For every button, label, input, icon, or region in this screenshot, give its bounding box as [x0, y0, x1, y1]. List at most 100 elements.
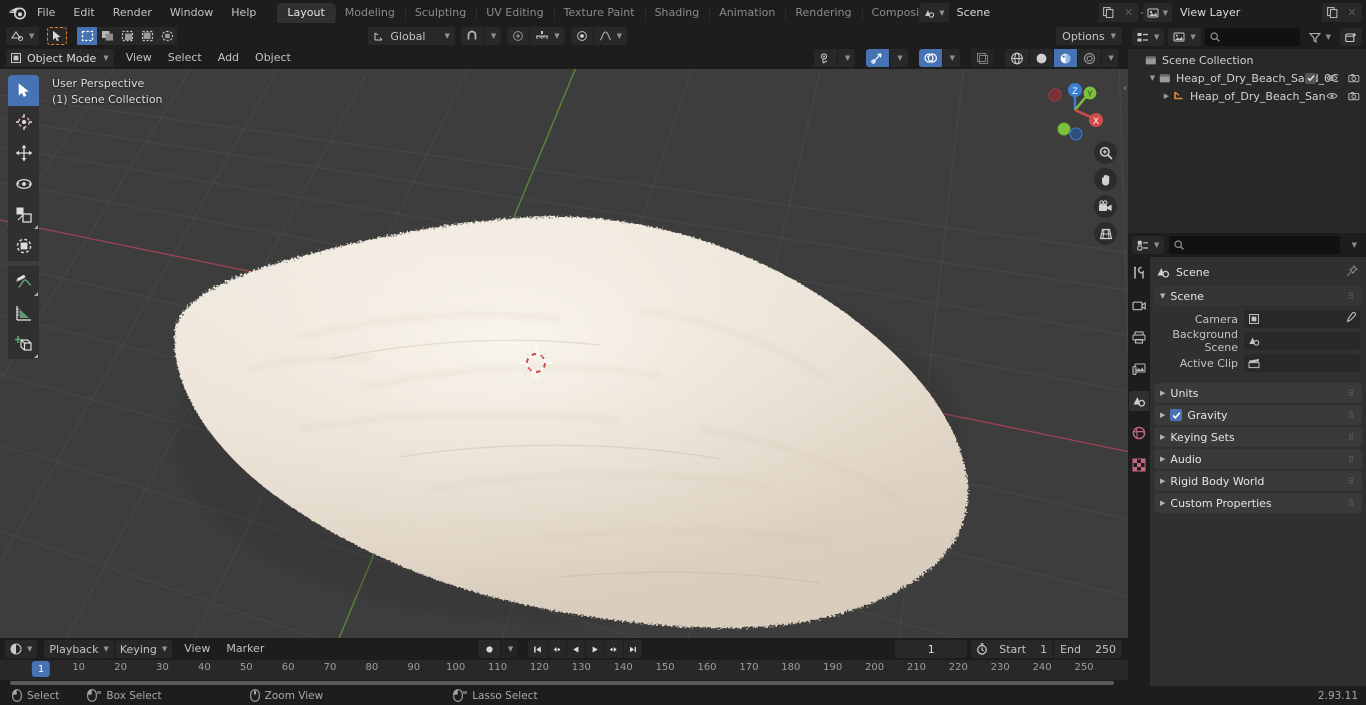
keying-dropdown[interactable]: Keying ▼ [114, 640, 173, 658]
rotate-tool[interactable] [8, 168, 39, 199]
properties-tab-texture[interactable] [1129, 455, 1149, 475]
proportional-edit-objects-icon[interactable] [570, 27, 593, 45]
timeline-ruler[interactable]: 10 20 30 40 50 60 70 80 90 100 110 120 130 140 150 160 1… [0, 660, 1128, 680]
workspace-tab-rendering[interactable]: Rendering [785, 3, 861, 23]
workspace-tab-layout[interactable]: Layout [277, 2, 335, 23]
x-icon[interactable]: ✕ [1342, 3, 1362, 22]
outliner-tree[interactable]: Scene Collection ▼ Heap_of_Dry_Beach_Sand_… [1128, 49, 1366, 233]
jump-end-icon[interactable] [623, 640, 642, 658]
visibility-dropdown[interactable]: ▼ [836, 49, 856, 67]
options-dropdown[interactable]: Options ▼ [1056, 27, 1122, 45]
timeline-playhead[interactable]: 1 [31, 661, 51, 677]
properties-options-dropdown[interactable]: ▼ [1345, 236, 1362, 254]
workspace-tab-modeling[interactable]: Modeling [334, 3, 405, 23]
measure-tool[interactable] [8, 297, 39, 328]
magnet-icon[interactable] [460, 27, 483, 45]
top-menu-window[interactable]: Window [161, 4, 222, 22]
zoom-icon[interactable] [1094, 141, 1117, 164]
eye-icon[interactable] [1326, 73, 1338, 83]
timeline-menu-marker[interactable]: Marker [218, 640, 272, 658]
workspace-tab-shading[interactable]: Shading [644, 3, 710, 23]
next-keyframe-icon[interactable] [604, 640, 623, 658]
gizmo-dropdown[interactable]: ▼ [889, 49, 908, 67]
start-frame-field[interactable]: Start 1 [993, 640, 1053, 658]
playback-dropdown[interactable]: Playback ▼ [44, 640, 114, 658]
view-layer-icon[interactable]: ▼ [1142, 3, 1172, 22]
blender-logo-icon[interactable] [6, 3, 28, 23]
checkbox-icon[interactable] [1170, 409, 1183, 421]
panel-header-audio[interactable]: ▶ Audio ⠿ [1154, 449, 1362, 469]
timeline-editor-icon[interactable]: ▼ [5, 640, 38, 658]
top-menu-render[interactable]: Render [104, 4, 161, 22]
rendered-icon[interactable] [1077, 49, 1101, 67]
properties-tab-world[interactable] [1129, 423, 1149, 443]
solid-icon[interactable] [1029, 49, 1053, 67]
workspace-tab-sculpting[interactable]: Sculpting [404, 3, 476, 23]
new-collection-icon[interactable] [1340, 28, 1362, 46]
viewport-menu-select[interactable]: Select [160, 49, 210, 67]
panel-header-units[interactable]: ▶ Units ⠿ [1154, 383, 1362, 403]
viewport-menu-object[interactable]: Object [247, 49, 299, 67]
panel-header-keying-sets[interactable]: ▶ Keying Sets ⠿ [1154, 427, 1362, 447]
proportional-edit-icon[interactable] [507, 27, 530, 45]
stopwatch-icon[interactable] [971, 640, 994, 658]
xray-icon[interactable] [971, 49, 994, 67]
difference-select-icon[interactable] [137, 27, 158, 45]
snap-increment-icon[interactable]: ▼ [529, 27, 565, 45]
scene-icon[interactable]: ▼ [919, 3, 949, 22]
shading-dropdown[interactable]: ▼ [1101, 49, 1118, 67]
orientation-icon[interactable]: Global ▼ [368, 27, 455, 45]
property-field-background-scene[interactable] [1244, 332, 1360, 350]
gizmo-icon[interactable] [866, 49, 890, 67]
camera-restrict-icon[interactable] [1348, 73, 1360, 83]
outliner-search-input[interactable] [1204, 28, 1300, 46]
subtract-select-icon[interactable] [117, 27, 138, 45]
camera-icon[interactable] [1094, 195, 1117, 218]
chevron-down-icon[interactable]: ▼ [1148, 74, 1157, 82]
pan-hand-icon[interactable] [1094, 168, 1117, 191]
move-tool[interactable] [8, 137, 39, 168]
outliner-id-type-icon[interactable]: ▼ [1168, 28, 1201, 46]
overlays-dropdown[interactable]: ▼ [941, 49, 960, 67]
object-mode-dropdown[interactable]: Object Mode ▼ [6, 49, 114, 67]
play-reverse-icon[interactable] [566, 640, 585, 658]
property-field-camera[interactable] [1244, 310, 1360, 328]
extend-select-icon[interactable] [97, 27, 118, 45]
properties-tab-render[interactable] [1129, 295, 1149, 315]
ortho-persp-grid-icon[interactable] [1094, 222, 1117, 245]
x-icon[interactable]: ✕ [1118, 3, 1139, 22]
properties-tab-scene[interactable] [1129, 391, 1149, 411]
eye-icon[interactable] [1326, 91, 1338, 101]
viewport-canvas[interactable] [0, 69, 1128, 638]
properties-tab-tool[interactable] [1129, 263, 1149, 283]
workspace-tab-texture-paint[interactable]: Texture Paint [553, 3, 645, 23]
navigation-gizmo[interactable]: Z Y X [1042, 77, 1108, 143]
scene-name[interactable]: Scene [948, 3, 1099, 22]
intersect-select-icon[interactable] [157, 27, 178, 45]
panel-header-rigid-body-world[interactable]: ▶ Rigid Body World ⠿ [1154, 471, 1362, 491]
prev-keyframe-icon[interactable] [547, 640, 566, 658]
viewport-menu-view[interactable]: View [118, 49, 160, 67]
wireframe-icon[interactable] [1005, 49, 1029, 67]
outliner-display-mode-icon[interactable]: ▼ [1132, 28, 1165, 46]
workspace-tab-uv-editing[interactable]: UV Editing [476, 3, 553, 23]
play-icon[interactable] [585, 640, 604, 658]
top-menu-help[interactable]: Help [222, 4, 265, 22]
outliner-row[interactable]: ▶ Heap_of_Dry_Beach_San [1128, 87, 1366, 105]
properties-tab-view-layer[interactable] [1129, 359, 1149, 379]
view-layer-name[interactable]: View Layer [1172, 3, 1322, 22]
overlays-icon[interactable] [918, 49, 942, 67]
top-menu-file[interactable]: File [28, 4, 64, 22]
jump-start-icon[interactable] [528, 640, 547, 658]
properties-tab-output[interactable] [1129, 327, 1149, 347]
timeline-menu-view[interactable]: View [176, 640, 218, 658]
camera-restrict-icon[interactable] [1348, 91, 1360, 101]
3d-viewport[interactable]: User Perspective (1) Scene Collection Z … [0, 69, 1128, 638]
current-frame-field[interactable]: 1 [895, 640, 968, 658]
outliner-row[interactable]: ▼ Heap_of_Dry_Beach_Sand_0C [1128, 69, 1366, 87]
visibility-eye-icon[interactable] [813, 49, 837, 67]
workspace-tab-animation[interactable]: Animation [709, 3, 785, 23]
property-field-active-clip[interactable] [1244, 354, 1360, 372]
top-menu-edit[interactable]: Edit [64, 4, 103, 22]
outliner-row[interactable]: Scene Collection [1128, 51, 1366, 69]
